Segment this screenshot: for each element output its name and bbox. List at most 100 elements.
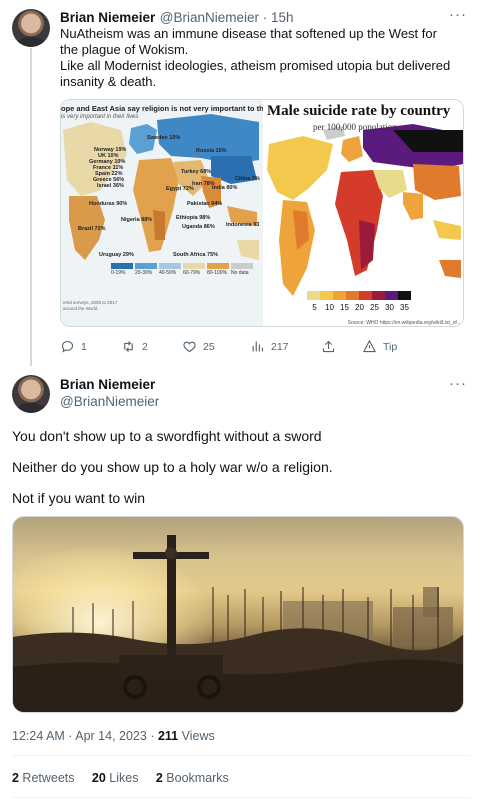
- retweet-icon: [124, 341, 133, 352]
- map-label: China 3%: [235, 176, 260, 182]
- more-horizontal-icon[interactable]: ···: [449, 375, 467, 392]
- retweets-count: 2: [12, 771, 19, 785]
- tweet-time[interactable]: 15h: [271, 10, 294, 25]
- reply-count: 1: [81, 340, 87, 353]
- views-button[interactable]: 217: [250, 339, 289, 354]
- bookmarks-count: 2: [155, 771, 163, 785]
- author-name[interactable]: Brian Niemeier: [60, 10, 155, 25]
- legend-swatch: [359, 291, 372, 300]
- author-handle[interactable]: @BrianNiemeier: [60, 394, 159, 409]
- author-avatar[interactable]: [12, 9, 50, 47]
- like-count: 25: [203, 340, 215, 353]
- retweets-label: Retweets: [18, 771, 75, 785]
- tip-label: Tip: [383, 340, 398, 353]
- legend-label: 40-59%: [159, 270, 177, 276]
- legend-label: 5: [312, 303, 317, 312]
- map-label: Honduras 90%: [89, 201, 128, 207]
- views-label: Views: [178, 729, 215, 743]
- tweet-stats: 2 Retweets 20 Likes 2 Bookmarks: [12, 771, 229, 785]
- author-avatar[interactable]: [12, 375, 50, 413]
- likes-label: Likes: [105, 771, 139, 785]
- legend-swatch: [385, 291, 398, 300]
- tweet-time[interactable]: 12:24 AM: [12, 729, 65, 743]
- share-icon: [322, 340, 335, 353]
- divider: [12, 797, 470, 798]
- author-name[interactable]: Brian Niemeier: [60, 377, 155, 392]
- map-label: Israel 36%: [97, 183, 124, 189]
- tweet-meta: 12:24 AM · Apr 14, 2023 · 211 Views: [12, 729, 215, 743]
- views-count: 217: [271, 340, 289, 353]
- legend-label: 80-100%: [207, 270, 228, 276]
- right-map-legend-labels: 5 10 15 20 25 30 35: [307, 303, 412, 312]
- right-map-legend: [307, 291, 411, 300]
- legend-swatch: [398, 291, 411, 300]
- tweet-actions: 1 2 25 217 Tip: [60, 339, 460, 355]
- religion-importance-map[interactable]: ope and East Asia say religion is not ve…: [61, 100, 263, 326]
- legend-label: No data: [231, 270, 249, 276]
- divider: [12, 755, 470, 756]
- left-map-legend: [111, 263, 255, 269]
- legend-label: 30: [385, 303, 394, 312]
- left-map-footnote: ertal surveys, 2008 to 2017 around the W…: [63, 300, 118, 311]
- crusader-army-image[interactable]: [12, 516, 464, 713]
- likes-count: 20: [91, 771, 106, 785]
- map-label: Uganda 86%: [182, 224, 215, 230]
- share-button[interactable]: [321, 339, 342, 354]
- legend-label: 60-79%: [183, 270, 201, 276]
- retweet-count: 2: [142, 340, 148, 353]
- bookmarks-stat[interactable]: 2 Bookmarks: [156, 771, 229, 785]
- legend-label: 35: [400, 303, 409, 312]
- meta-separator: ·: [64, 729, 76, 743]
- map-label: Uruguay 29%: [99, 252, 134, 258]
- likes-stat[interactable]: 20 Likes: [92, 771, 139, 785]
- map-label: Pakistan 94%: [187, 201, 223, 207]
- like-button[interactable]: 25: [182, 339, 215, 354]
- legend-label: 25: [370, 303, 379, 312]
- tweet-paragraph: Not if you want to win: [12, 490, 146, 506]
- legend-swatch: [346, 291, 359, 300]
- map-label: Sweden 10%: [147, 135, 181, 141]
- tweet-date[interactable]: Apr 14, 2023: [75, 729, 147, 743]
- tip-button[interactable]: Tip: [362, 339, 397, 354]
- reply-button[interactable]: 1: [60, 339, 87, 354]
- legend-swatch: [307, 291, 320, 300]
- right-map-source: Source: WHO https://en.wikipedia.org/wik…: [347, 320, 461, 326]
- left-map-legend-labels: 0-19% 20-39% 40-59% 60-79% 80-100% No da…: [111, 270, 255, 276]
- tweet-paragraph: You don't show up to a swordfight withou…: [12, 428, 322, 444]
- author-handle[interactable]: @BrianNiemeier: [160, 10, 259, 25]
- legend-swatch: [372, 291, 385, 300]
- map-label: Indonesia 93: [226, 222, 260, 228]
- tweet-header: Brian Niemeier @BrianNiemeier · 15h: [60, 9, 294, 27]
- left-map-subtitle: is very important in their lives: [61, 114, 139, 120]
- retweet-button[interactable]: 2: [121, 339, 148, 354]
- meta-separator: ·: [146, 729, 158, 743]
- army-scene: [13, 535, 463, 712]
- thread-connector-line: [30, 48, 32, 366]
- reply-icon: [61, 340, 74, 353]
- heart-icon: [183, 341, 196, 353]
- bookmarks-label: Bookmarks: [162, 771, 229, 785]
- legend-swatch: [333, 291, 346, 300]
- map-label: Russia 15%: [196, 148, 227, 154]
- more-horizontal-icon[interactable]: ···: [449, 6, 467, 23]
- legend-label: 15: [340, 303, 349, 312]
- map-label: Egypt 72%: [166, 186, 194, 192]
- tip-icon: [362, 339, 377, 353]
- map-label: Nigeria 88%: [121, 217, 153, 223]
- legend-label: 20: [355, 303, 364, 312]
- map-label: South Africa 75%: [173, 252, 219, 258]
- retweets-stat[interactable]: 2 Retweets: [12, 771, 75, 785]
- tweet-media-collage[interactable]: ope and East Asia say religion is not ve…: [60, 99, 464, 327]
- map-label: Brazil 72%: [78, 226, 106, 232]
- tweet-text: NuAtheism was an immune disease that sof…: [60, 26, 456, 90]
- legend-label: 10: [325, 303, 334, 312]
- views-chart-icon: [252, 341, 264, 352]
- legend-label: 20-39%: [135, 270, 153, 276]
- right-map-subtitle: per 100,000 population: [313, 122, 397, 132]
- tweet-paragraph: Neither do you show up to a holy war w/o…: [12, 459, 333, 475]
- right-map-title: Male suicide rate by country: [267, 103, 451, 119]
- map-label: Ethiopia 98%: [176, 215, 211, 221]
- views-count: 211: [157, 729, 179, 743]
- suicide-rate-map[interactable]: Male suicide rate by country per 100,000…: [263, 100, 463, 326]
- tweet-text-line: NuAtheism was an immune disease that sof…: [60, 26, 441, 57]
